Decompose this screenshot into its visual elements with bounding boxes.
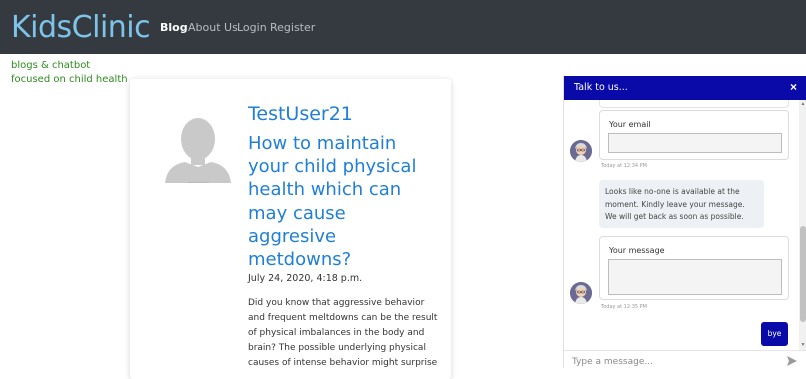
email-form: Your email [599,110,789,160]
chat-widget: Talk to us... × Your email Today at 12:3… [563,76,806,369]
message-label: Your message [609,246,665,255]
post-date: July 24, 2020, 4:18 p.m. [248,273,363,284]
blog-post-card: ~~~~~~~~~~~~ TestUser21 How to maintain … [130,79,451,379]
nav-link-login[interactable]: Login [237,21,267,34]
post-body: Did you know that aggressive behavior an… [248,298,438,368]
send-arrow-icon[interactable] [786,355,798,367]
chat-scrollbar[interactable]: ▲ ▼ [799,100,806,350]
close-icon[interactable]: × [790,80,797,94]
scroll-up-icon[interactable]: ▲ [800,101,806,107]
tagline-line-1: blogs & chatbot [11,60,91,71]
chat-messages[interactable]: Your email Today at 12:34 PM Looks like … [564,100,799,350]
chat-title: Talk to us... [574,82,628,93]
chat-input-row [564,350,806,369]
avatar-caption: ~~~~~~~~~~~~ [187,180,209,184]
previous-bubble [599,100,789,108]
scroll-down-icon[interactable]: ▼ [800,342,806,348]
email-field[interactable] [608,133,782,153]
tagline-line-2: focused on child health [11,74,128,85]
message-field[interactable] [608,259,782,295]
post-title[interactable]: How to maintain your child physical heal… [248,132,438,271]
email-timestamp: Today at 12:34 PM [601,163,647,169]
bot-avatar-icon [570,140,592,162]
navbar: KidsClinic Blog About Us Login Register [0,0,806,54]
bot-avatar-icon [570,282,592,304]
chat-message-input[interactable] [572,355,772,369]
brand-logo[interactable]: KidsClinic [11,10,151,45]
nav-link-blog[interactable]: Blog [160,21,188,34]
post-author[interactable]: TestUser21 [248,103,353,125]
user-silhouette-icon [163,109,233,187]
nav-link-about-us[interactable]: About Us [188,21,238,34]
email-label: Your email [609,120,651,129]
nav-link-register[interactable]: Register [270,21,315,34]
chat-header[interactable]: Talk to us... × [564,76,806,100]
site-tagline: blogs & chatbot focused on child health [11,59,128,87]
bot-message: Looks like no-one is available at the mo… [599,180,764,228]
message-form: Your message [599,236,789,300]
message-timestamp: Today at 12:35 PM [601,304,647,310]
bye-message-button[interactable]: bye [761,322,788,346]
scroll-thumb[interactable] [800,226,806,322]
